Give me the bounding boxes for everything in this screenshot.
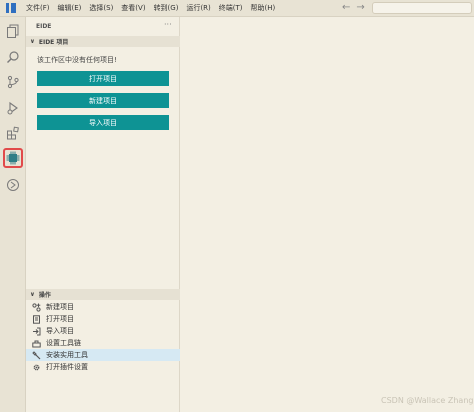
platformio-icon[interactable] [3, 175, 23, 195]
settings-gear-icon [32, 363, 41, 372]
search-icon[interactable] [3, 47, 23, 67]
open-project-button[interactable]: 打开项目 [37, 71, 169, 86]
menu-goto[interactable]: 转到(G) [154, 3, 179, 13]
operations-section-header[interactable]: ∨ 操作 [26, 289, 180, 300]
more-actions-icon[interactable]: ··· [164, 20, 172, 29]
watermark-text: CSDN @Wallace Zhang [381, 396, 474, 405]
source-control-icon[interactable] [3, 72, 23, 92]
empty-workspace-message: 该工作区中没有任何项目! [37, 56, 117, 64]
vscode-logo-icon [6, 3, 16, 13]
menu-terminal[interactable]: 终端(T) [219, 3, 243, 13]
run-debug-icon[interactable] [3, 98, 23, 118]
explorer-icon[interactable] [3, 21, 23, 41]
new-project-button[interactable]: 新建项目 [37, 93, 169, 108]
extensions-icon[interactable] [3, 123, 23, 143]
action-import-project[interactable]: 导入项目 [26, 325, 180, 337]
editor-area [181, 17, 474, 412]
title-bar: 文件(F) 编辑(E) 选择(S) 查看(V) 转到(G) 运行(R) 终端(T… [0, 0, 474, 17]
menu-file[interactable]: 文件(F) [26, 3, 50, 13]
project-section-header[interactable]: ∨ EIDE 项目 [26, 36, 180, 47]
menu-edit[interactable]: 编辑(E) [58, 3, 82, 13]
new-project-icon [32, 302, 41, 312]
toolchain-icon [32, 339, 41, 348]
action-setup-toolchain[interactable]: 设置工具链 [26, 337, 180, 349]
import-project-button[interactable]: 导入项目 [37, 115, 169, 130]
menu-selection[interactable]: 选择(S) [89, 3, 113, 13]
install-tools-icon [32, 350, 41, 360]
operations-section-title: 操作 [38, 292, 51, 299]
action-open-plugin-settings[interactable]: 打开插件设置 [26, 361, 180, 373]
chevron-down-icon: ∨ [30, 38, 35, 45]
eide-sidebar: EIDE ··· ∨ EIDE 项目 该工作区中没有任何项目! 打开项目 新建项… [26, 17, 180, 412]
command-center-search[interactable] [372, 2, 472, 14]
back-arrow-icon[interactable]: ← [342, 2, 356, 13]
action-open-project[interactable]: 打开项目 [26, 313, 180, 325]
menu-help[interactable]: 帮助(H) [251, 3, 276, 13]
action-new-project[interactable]: 新建项目 [26, 301, 180, 313]
chip-icon[interactable] [3, 148, 23, 168]
action-install-tools[interactable]: 安装实用工具 [26, 349, 180, 361]
chevron-down-icon: ∨ [30, 291, 35, 298]
sidebar-title: EIDE [36, 23, 52, 30]
activity-bar [0, 17, 26, 412]
menu-view[interactable]: 查看(V) [121, 3, 145, 13]
open-project-icon [32, 314, 41, 324]
project-section-title: EIDE 项目 [38, 39, 69, 46]
import-project-icon [32, 327, 41, 336]
menu-run[interactable]: 运行(R) [186, 3, 210, 13]
forward-arrow-icon[interactable]: → [356, 2, 370, 13]
